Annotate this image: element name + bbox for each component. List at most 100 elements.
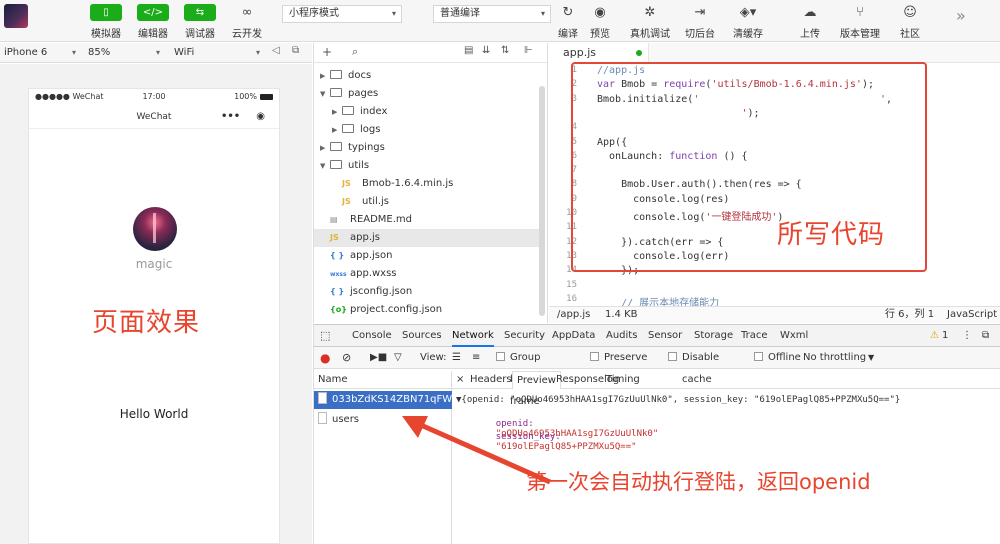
- list-view-icon[interactable]: ☰: [452, 347, 461, 369]
- file-tree-scrollbar[interactable]: [539, 86, 545, 316]
- chevron-right-icon[interactable]: ▶: [320, 139, 330, 157]
- waterfall-view-icon[interactable]: ≡: [472, 347, 480, 369]
- preview-button[interactable]: ◉ 预览: [578, 4, 622, 40]
- preserve-log-option[interactable]: Preserve log: [590, 347, 647, 385]
- tab-headers[interactable]: Headers: [470, 371, 512, 389]
- tab-timing[interactable]: Timing: [606, 371, 640, 389]
- kebab-menu-icon[interactable]: ⋮: [962, 325, 972, 347]
- tree-item-docs[interactable]: ▶ docs: [314, 67, 539, 85]
- zoom-select[interactable]: 85% ▾: [88, 45, 160, 61]
- tab-security[interactable]: Security: [504, 325, 545, 347]
- tab-response[interactable]: Response: [556, 371, 604, 389]
- tab-wxml[interactable]: Wxml: [780, 325, 808, 347]
- code-icon: </>: [137, 4, 169, 21]
- filter-icon[interactable]: ▽: [394, 347, 402, 369]
- simulator-toggle-button[interactable]: ▯ 模拟器: [84, 4, 128, 40]
- tab-appdata[interactable]: AppData: [552, 325, 595, 347]
- debugger-toggle-button[interactable]: ⇆ 调试器: [178, 4, 222, 40]
- new-doc-icon[interactable]: ▤: [464, 45, 473, 56]
- menu-capsule[interactable]: ••• ◉: [217, 109, 271, 125]
- chevron-down-icon[interactable]: ▼: [868, 347, 874, 369]
- detach-window-icon[interactable]: ⧉: [292, 45, 299, 56]
- tree-item-typings[interactable]: ▶ typings: [314, 139, 539, 157]
- chevron-down-icon[interactable]: ▼: [320, 157, 330, 175]
- checkbox[interactable]: [496, 352, 505, 361]
- tree-item-pages[interactable]: ▼ pages: [314, 85, 539, 103]
- tab-network[interactable]: Network: [452, 325, 494, 347]
- tab-sensor[interactable]: Sensor: [648, 325, 682, 347]
- device-select[interactable]: iPhone 6 ▾: [4, 45, 76, 61]
- community-button[interactable]: ☺ 社区: [888, 4, 932, 40]
- checkbox[interactable]: [590, 352, 599, 361]
- more-dots-icon[interactable]: •••: [221, 109, 240, 125]
- chevron-down-icon[interactable]: ▼: [320, 85, 330, 103]
- disable-cache-option[interactable]: Disable cache: [668, 347, 719, 385]
- preview-summary[interactable]: ▼{openid: "oQDUo46953hHAA1sgI7GzUuUlNk0"…: [456, 395, 900, 405]
- clear-cache-button[interactable]: ◈▾ 清缓存: [726, 4, 770, 40]
- version-button[interactable]: ⑂ 版本管理: [838, 4, 882, 40]
- tree-item-readme-md[interactable]: ▤ README.md: [314, 211, 539, 229]
- more-icon[interactable]: »: [956, 6, 966, 25]
- volume-icon[interactable]: ◁: [272, 45, 280, 56]
- page-effect-annotation: 页面效果: [92, 308, 201, 338]
- network-select[interactable]: WiFi ▾: [174, 45, 260, 61]
- add-file-icon[interactable]: +: [322, 45, 332, 59]
- checkbox[interactable]: [754, 352, 763, 361]
- remote-debug-button[interactable]: ✲ 真机调试: [628, 4, 672, 40]
- chevron-right-icon[interactable]: ▶: [332, 103, 342, 121]
- status-language[interactable]: JavaScript: [947, 307, 997, 323]
- chevron-right-icon[interactable]: ▶: [332, 121, 342, 139]
- tree-item-label: app.json: [350, 250, 393, 261]
- sort-icon[interactable]: ⇅: [501, 45, 509, 56]
- camera-icon[interactable]: ▶■: [370, 347, 387, 369]
- cloud-dev-button[interactable]: ∞ 云开发: [225, 4, 269, 40]
- tab-storage[interactable]: Storage: [694, 325, 733, 347]
- tab-console[interactable]: Console: [352, 325, 392, 347]
- user-avatar-small[interactable]: [4, 4, 28, 28]
- tree-item-index[interactable]: ▶ index: [314, 103, 539, 121]
- search-icon[interactable]: ⌕: [352, 45, 358, 59]
- group-by-frame-option[interactable]: Group by frame: [496, 347, 540, 407]
- tree-item-bmob-1-6-4-min-js[interactable]: JS Bmob-1.6.4.min.js: [314, 175, 539, 193]
- tab-preview[interactable]: Preview: [512, 371, 561, 389]
- mode-select[interactable]: 小程序模式 ▾: [282, 5, 402, 23]
- tree-item-logs[interactable]: ▶ logs: [314, 121, 539, 139]
- tree-item-app-wxss[interactable]: wxss app.wxss: [314, 265, 539, 283]
- collapse-icon[interactable]: ⇊: [482, 45, 490, 56]
- background-button[interactable]: ⇥ 切后台: [678, 4, 722, 40]
- offline-option[interactable]: Offline: [754, 347, 801, 369]
- tree-item-label: Bmob-1.6.4.min.js: [362, 178, 454, 189]
- editor-toggle-button[interactable]: </> 编辑器: [131, 4, 175, 40]
- tree-item-project-config-json[interactable]: {o} project.config.json: [314, 301, 539, 319]
- warning-icon[interactable]: ⚠: [930, 325, 939, 347]
- tree-item-label: typings: [348, 142, 385, 153]
- close-target-icon[interactable]: ◉: [256, 109, 265, 125]
- tree-item-jsconfig-json[interactable]: { } jsconfig.json: [314, 283, 539, 301]
- compile-select[interactable]: 普通编译 ▾: [433, 5, 551, 23]
- tree-item-util-js[interactable]: JS util.js: [314, 193, 539, 211]
- editor-status-bar: /app.js 1.4 KB 行 6，列 1 JavaScript: [549, 306, 1000, 323]
- checkbox[interactable]: [668, 352, 677, 361]
- layout-icon[interactable]: ⊩: [524, 45, 533, 56]
- tree-item-utils[interactable]: ▼ utils: [314, 157, 539, 175]
- dock-icon[interactable]: ⧉: [982, 325, 989, 347]
- tab-sources[interactable]: Sources: [402, 325, 442, 347]
- name-column-header[interactable]: Name: [314, 371, 451, 389]
- inspect-icon[interactable]: ⬚: [320, 325, 330, 347]
- tree-item-app-js[interactable]: JS app.js: [314, 229, 539, 247]
- status-cursor-position: 行 6，列 1: [885, 309, 935, 320]
- tree-item-app-json[interactable]: { } app.json: [314, 247, 539, 265]
- chevron-right-icon[interactable]: ▶: [320, 67, 330, 85]
- tree-item-label: pages: [348, 88, 379, 99]
- clear-icon[interactable]: ⊘: [342, 347, 351, 369]
- tab-trace[interactable]: Trace: [741, 325, 768, 347]
- record-icon[interactable]: ●: [320, 347, 330, 369]
- request-row-auth[interactable]: 033bZdKS14ZBN71qFW...: [314, 391, 452, 409]
- tab-audits[interactable]: Audits: [606, 325, 637, 347]
- throttle-select[interactable]: No throttling: [803, 347, 866, 369]
- close-detail-icon[interactable]: ×: [456, 371, 464, 389]
- debugger-label: 调试器: [185, 29, 215, 40]
- cloud-link-icon: ∞: [241, 5, 253, 20]
- tab-app-js[interactable]: app.js: [549, 43, 649, 63]
- upload-button[interactable]: ☁ 上传: [788, 4, 832, 40]
